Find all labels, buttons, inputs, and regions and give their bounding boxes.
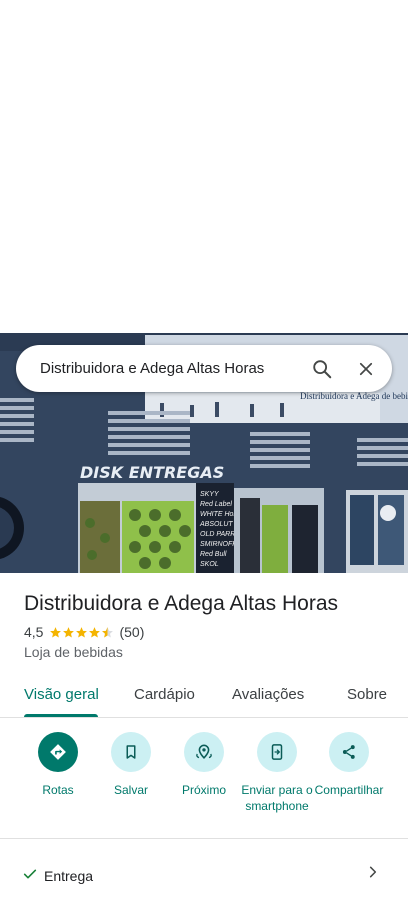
place-category: Loja de bebidas: [24, 644, 123, 660]
section-divider: [0, 838, 408, 839]
send-to-phone-button[interactable]: Enviar para o smartphone: [238, 732, 316, 814]
bookmark-icon: [111, 732, 151, 772]
delivery-row[interactable]: Entrega: [0, 856, 408, 896]
share-label: Compartilhar: [314, 783, 384, 797]
place-title: Distribuidora e Adega Altas Horas: [24, 592, 339, 615]
share-button[interactable]: Compartilhar: [310, 732, 388, 798]
menu-line: SKYY: [200, 491, 220, 498]
star-icon: [50, 626, 62, 637]
menu-line: Red Label: [200, 501, 232, 508]
star-icon: [76, 626, 88, 637]
star-half-icon: [102, 626, 114, 637]
rating-value: 4,5: [24, 624, 44, 640]
tab-bar: Visão geral Cardápio Avaliações Sobre: [0, 676, 408, 718]
active-tab-indicator: [24, 714, 98, 717]
menu-line: Red Bull: [200, 551, 227, 558]
save-button[interactable]: Salvar: [92, 732, 170, 798]
action-bar: Rotas Salvar Próximo Enviar para o smart…: [0, 732, 408, 836]
rating-row[interactable]: 4,5 (50): [24, 624, 392, 640]
search-input[interactable]: Distribuidora e Adega Altas Horas: [40, 360, 300, 377]
directions-icon: [38, 732, 78, 772]
banner-text: Distribuidora e Adega de bebidas: [300, 391, 408, 401]
search-icon[interactable]: [300, 347, 344, 391]
nearby-label: Próximo: [181, 783, 226, 797]
tab-reviews[interactable]: Avaliações: [232, 686, 304, 703]
rating-stars: [49, 626, 114, 639]
tab-about[interactable]: Sobre: [347, 686, 387, 703]
menu-line: SKOL: [200, 561, 219, 568]
share-icon: [329, 732, 369, 772]
chevron-right-icon[interactable]: [366, 865, 380, 884]
nearby-button[interactable]: Próximo: [165, 732, 243, 798]
place-info: Distribuidora e Adega Altas Horas 4,5 (5…: [24, 590, 392, 660]
directions-button[interactable]: Rotas: [19, 732, 97, 798]
tab-overview[interactable]: Visão geral: [24, 686, 99, 703]
send-to-phone-label: Enviar para o smartphone: [241, 783, 313, 813]
search-bar[interactable]: Distribuidora e Adega Altas Horas: [16, 345, 392, 392]
star-icon: [89, 626, 101, 637]
storefront-sign: DISK ENTREGAS: [80, 463, 224, 482]
review-count[interactable]: (50): [119, 624, 144, 640]
menu-line: ABSOLUT: [199, 521, 233, 528]
menu-line: SMIRNOFF: [200, 541, 237, 548]
send-to-phone-icon: [257, 732, 297, 772]
menu-line: OLD PARR: [200, 531, 235, 538]
save-label: Salvar: [113, 783, 148, 797]
delivery-label: Entrega: [44, 868, 94, 884]
nearby-icon: [184, 732, 224, 772]
directions-label: Rotas: [42, 783, 74, 797]
close-icon[interactable]: [344, 347, 388, 391]
star-icon: [63, 626, 75, 637]
check-icon: [22, 866, 38, 887]
tab-menu[interactable]: Cardápio: [134, 686, 195, 703]
